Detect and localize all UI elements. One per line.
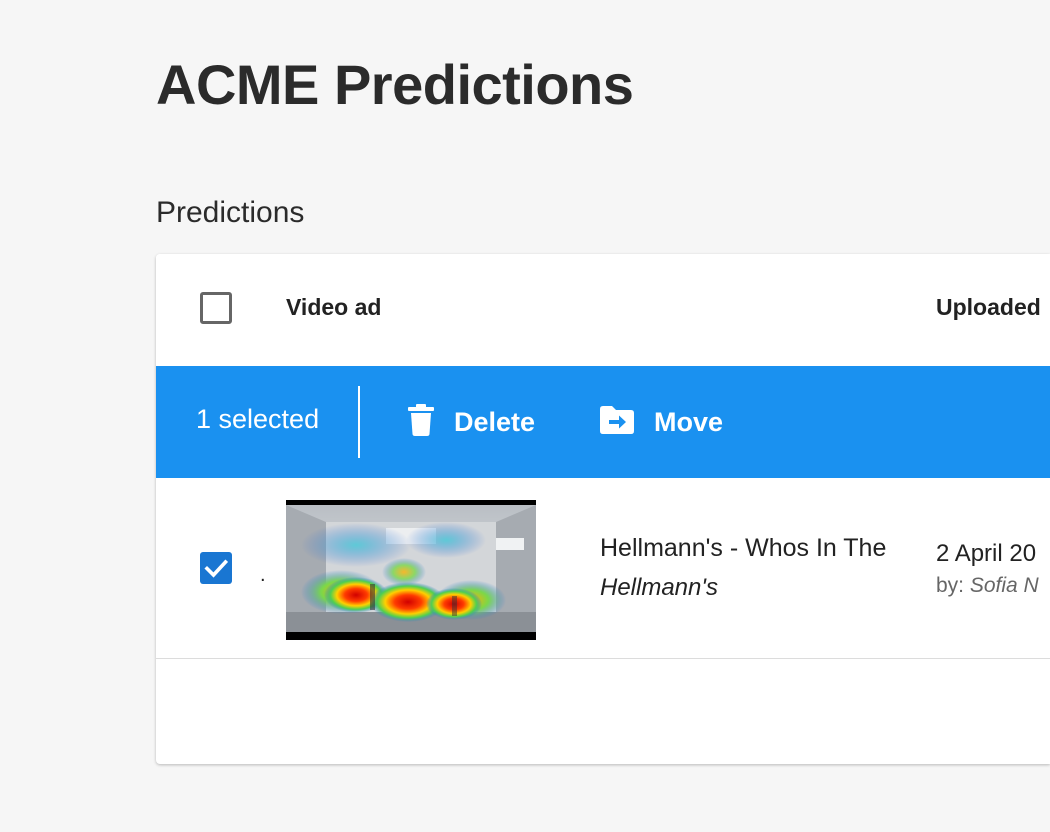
page: ACME Predictions Predictions Video ad Up… — [0, 0, 1050, 832]
section-title: Predictions — [156, 196, 305, 229]
row-checkbox[interactable] — [200, 552, 232, 584]
folder-move-icon — [600, 405, 634, 439]
column-header-video-ad[interactable]: Video ad — [286, 294, 381, 321]
move-button[interactable]: Move — [600, 402, 723, 442]
uploader: by: Sofia N — [936, 574, 1039, 598]
selected-count: 1 selected — [196, 404, 320, 434]
table-row[interactable]: . Hellmann's - Whos In The Hellmann's 2 … — [156, 478, 1050, 659]
selection-toolbar: 1 selected Delete Move — [156, 366, 1050, 478]
trash-icon — [408, 403, 434, 441]
move-label: Move — [654, 406, 724, 437]
table-header: Video ad Uploaded — [156, 254, 1050, 366]
video-thumbnail[interactable] — [286, 500, 536, 640]
predictions-table: Video ad Uploaded 1 selected Delete Move… — [156, 254, 1050, 764]
toolbar-divider — [358, 386, 360, 458]
heatmap-thumbnail-image — [286, 500, 536, 640]
uploader-name: Sofia N — [969, 574, 1039, 597]
column-header-uploaded[interactable]: Uploaded — [936, 294, 1041, 321]
checkmark-icon — [204, 559, 228, 578]
uploader-prefix: by: — [936, 574, 965, 597]
page-title: ACME Predictions — [156, 53, 634, 116]
delete-label: Delete — [454, 406, 536, 437]
row-marker: . — [260, 564, 266, 586]
brand-name: Hellmann's — [600, 574, 718, 601]
video-title-link[interactable]: Hellmann's - Whos In The — [600, 534, 918, 563]
upload-date: 2 April 20 — [936, 540, 1037, 567]
select-all-checkbox[interactable] — [200, 292, 232, 324]
delete-button[interactable]: Delete — [408, 402, 535, 442]
